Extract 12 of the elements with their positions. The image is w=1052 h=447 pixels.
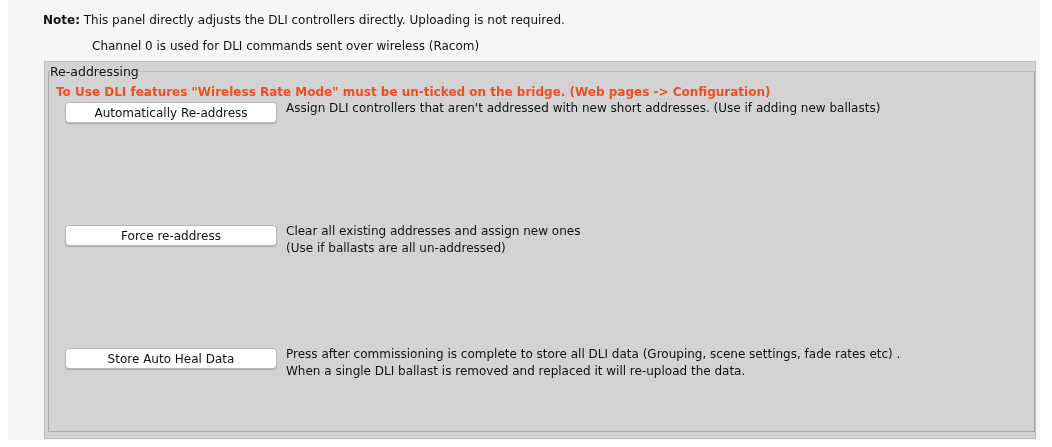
channel-info-text: Channel 0 is used for DLI commands sent over wireless (Racom) — [91, 38, 481, 55]
group-title: Re-addressing — [49, 64, 140, 79]
description-text: Press after commissioning is complete to store all DLI data (Grouping, scene settings, fade rates etc) . — [286, 346, 901, 363]
description-text: (Use if ballasts are all un-addressed) — [286, 240, 507, 257]
description-text: Clear all existing addresses and assign new ones — [286, 223, 581, 240]
action-button[interactable]: Automatically Re-address — [65, 102, 277, 123]
action-button[interactable]: Store Auto Heal Data — [65, 348, 277, 369]
description-text: When a single DLI ballast is removed and replaced it will re-upload the data. — [286, 363, 747, 380]
warning-text: To Use DLI features "Wireless Rate Mode" must be un-ticked on the bridge. (Web pages -> Configuration) — [56, 84, 772, 100]
description-text: Assign DLI controllers that aren't addressed with new short addresses. (Use if adding new ballasts) — [286, 100, 881, 117]
note-text: Note: This panel directly adjusts the DLI controllers directly. Uploading is not required. — [42, 12, 566, 29]
action-button[interactable]: Force re-address — [65, 225, 277, 246]
